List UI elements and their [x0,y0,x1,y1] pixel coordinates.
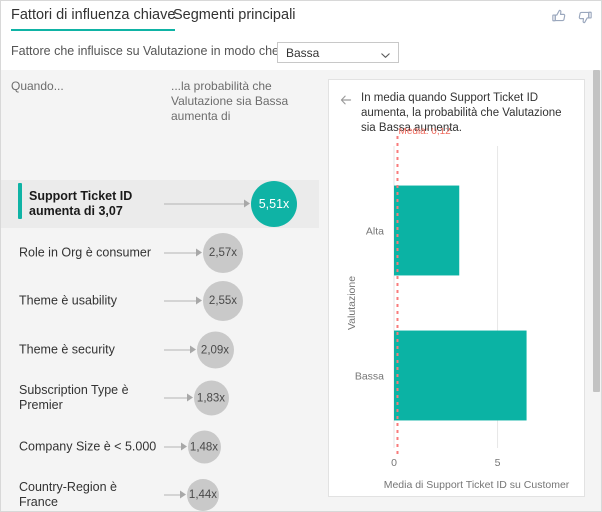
influencer-impact-bubble[interactable]: 1,83x [193,380,229,416]
influencer-connector-arrow [164,393,193,403]
influencer-connector-arrow [164,248,202,258]
chart-category-label: Bassa [355,371,384,383]
influencer-row[interactable]: Theme è security 2,09x [1,326,319,374]
chart-bar[interactable] [394,185,460,276]
influencer-row-label: Country-Region è France [19,480,117,509]
influencer-impact-bubble[interactable]: 1,48x [187,430,221,464]
scrollbar-track[interactable] [593,70,601,511]
influencer-impact-value: 2,09x [200,344,230,356]
influencer-row[interactable]: Company Size è < 5.000 1,48x [1,423,319,471]
influencer-row-label: Role in Org è consumer [19,245,152,260]
key-influencers-visual: Fattori di influenza chiave Segmenti pri… [0,0,602,512]
influencer-connector-arrow [164,345,196,355]
tab-key-influencers[interactable]: Fattori di influenza chiave [11,7,176,31]
influencer-row[interactable]: Support Ticket ID aumenta di 3,07 5,51x [1,180,319,228]
influencer-impact-bubble[interactable]: 2,09x [196,331,234,369]
scrollbar-thumb[interactable] [593,70,600,392]
chart-category-label: Alta [366,226,384,238]
influencer-impact-value: 1,44x [188,489,218,501]
influencer-impact-value: 1,83x [196,392,226,404]
influencer-impact-value: 2,55x [208,295,238,307]
influencer-connector-arrow [164,199,250,209]
bar-chart-svg: Alta Bassa Media: 0,12 0 5 Media di Support T… [346,128,570,491]
chevron-down-icon [380,48,391,59]
chart-y-axis-title: Valutazione [346,276,358,330]
influencer-connector-arrow [164,442,187,452]
influencer-impact-bubble[interactable]: 1,44x [187,479,219,511]
influencer-row[interactable]: Role in Org è consumer 2,57x [1,229,319,277]
chart-x-tick-label: 5 [495,457,501,469]
detail-bar-chart: Alta Bassa Media: 0,12 0 5 Media di Support T… [329,128,584,496]
tab-bar: Fattori di influenza chiave Segmenti pri… [1,1,601,34]
chart-x-axis-title: Media di Support Ticket ID su Customer [384,479,570,491]
feedback-buttons [551,8,593,25]
influencer-row-label: Theme è usability [19,293,117,308]
detail-card: In media quando Support Ticket ID aument… [328,79,585,497]
chart-average-label: Media: 0,12 [398,128,451,137]
influencer-row-label: Support Ticket ID aumenta di 3,07 [29,189,133,218]
influencer-row-label: Theme è security [19,342,115,357]
influencer-connector-arrow [164,296,202,306]
thumbs-down-icon[interactable] [576,8,593,25]
tab-top-segments[interactable]: Segmenti principali [173,7,296,29]
thumbs-up-icon[interactable] [551,8,568,25]
influencer-impact-bubble[interactable]: 2,57x [203,233,243,273]
column-header-when: Quando... [11,79,64,93]
chart-bar[interactable] [394,330,527,421]
selected-row-indicator [18,183,22,219]
influencer-connector-arrow [164,490,186,500]
influencer-impact-value: 2,57x [208,247,238,259]
target-value-dropdown[interactable]: Bassa [277,42,399,63]
influence-question-label: Fattore che influisce su Valutazione in … [11,44,299,58]
influencer-impact-bubble[interactable]: 2,55x [203,281,243,321]
chart-x-tick-label: 0 [391,457,397,469]
influencer-impact-value: 5,51x [258,197,290,211]
influencer-row[interactable]: Country-Region è France 1,44x [1,471,319,511]
detail-panel: In media quando Support Ticket ID aument… [319,70,594,511]
influencer-row[interactable]: Subscription Type è Premier 1,83x [1,374,319,422]
influencer-row-label: Subscription Type è Premier [19,383,129,412]
influencer-row-label: Company Size è < 5.000 [19,439,157,454]
influencer-list-panel[interactable]: Quando... ...la probabilità che Valutazi… [1,70,319,511]
column-header-likelihood: ...la probabilità che Valutazione sia Ba… [171,79,289,123]
influencer-impact-value: 1,48x [189,441,219,453]
influencer-impact-bubble[interactable]: 5,51x [251,181,297,227]
back-arrow-icon[interactable] [339,93,353,107]
dropdown-selected-value: Bassa [286,46,320,60]
influencer-row[interactable]: Theme è usability 2,55x [1,277,319,325]
